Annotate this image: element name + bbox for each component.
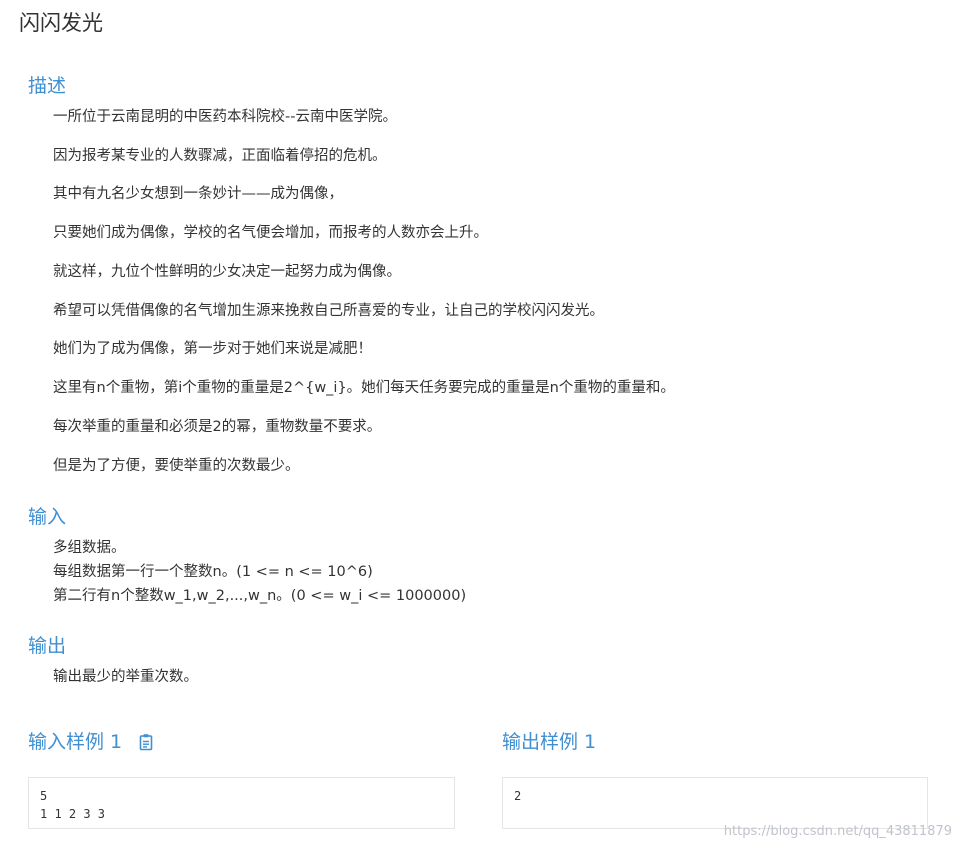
description-paragraph: 其中有九名少女想到一条妙计——成为偶像，: [53, 186, 343, 202]
problem-title: 闪闪发光: [19, 11, 103, 35]
description-paragraph: 这里有n个重物，第i个重物的重量是2^{w_i}。她们每天任务要完成的重量是n个…: [53, 380, 675, 396]
description-paragraph: 希望可以凭借偶像的名气增加生源来挽救自己所喜爱的专业，让自己的学校闪闪发光。: [53, 303, 604, 319]
input-line: 多组数据。: [53, 540, 126, 556]
input-line: 每组数据第一行一个整数n。(1 <= n <= 10^6): [53, 564, 373, 580]
sample-output-heading: 输出样例 1: [502, 731, 597, 753]
sample-output-box: 2: [502, 777, 928, 829]
description-paragraph: 她们为了成为偶像，第一步对于她们来说是减肥！: [53, 341, 372, 357]
sample-input-box: 5 1 1 2 3 3: [28, 777, 455, 829]
input-line: 第二行有n个整数w_1,w_2,...,w_n。(0 <= w_i <= 100…: [53, 588, 467, 604]
output-heading: 输出: [28, 635, 67, 657]
description-paragraph: 因为报考某专业的人数骤减，正面临着停招的危机。: [53, 148, 387, 164]
description-paragraph: 每次举重的重量和必须是2的幂，重物数量不要求。: [53, 419, 382, 435]
description-heading: 描述: [28, 75, 67, 97]
watermark: https://blog.csdn.net/qq_43811879: [723, 824, 952, 839]
output-line: 输出最少的举重次数。: [53, 669, 198, 685]
description-paragraph: 但是为了方便，要使举重的次数最少。: [53, 458, 300, 474]
description-paragraph: 一所位于云南昆明的中医药本科院校--云南中医学院。: [53, 109, 397, 125]
description-paragraph: 只要她们成为偶像，学校的名气便会增加，而报考的人数亦会上升。: [53, 225, 488, 241]
clipboard-icon[interactable]: [138, 733, 154, 751]
description-paragraph: 就这样，九位个性鲜明的少女决定一起努力成为偶像。: [53, 264, 401, 280]
sample-output-content: 2: [514, 789, 522, 803]
input-heading: 输入: [28, 506, 67, 528]
sample-input-heading: 输入样例 1: [28, 731, 123, 753]
sample-input-content: 5 1 1 2 3 3: [40, 789, 106, 821]
